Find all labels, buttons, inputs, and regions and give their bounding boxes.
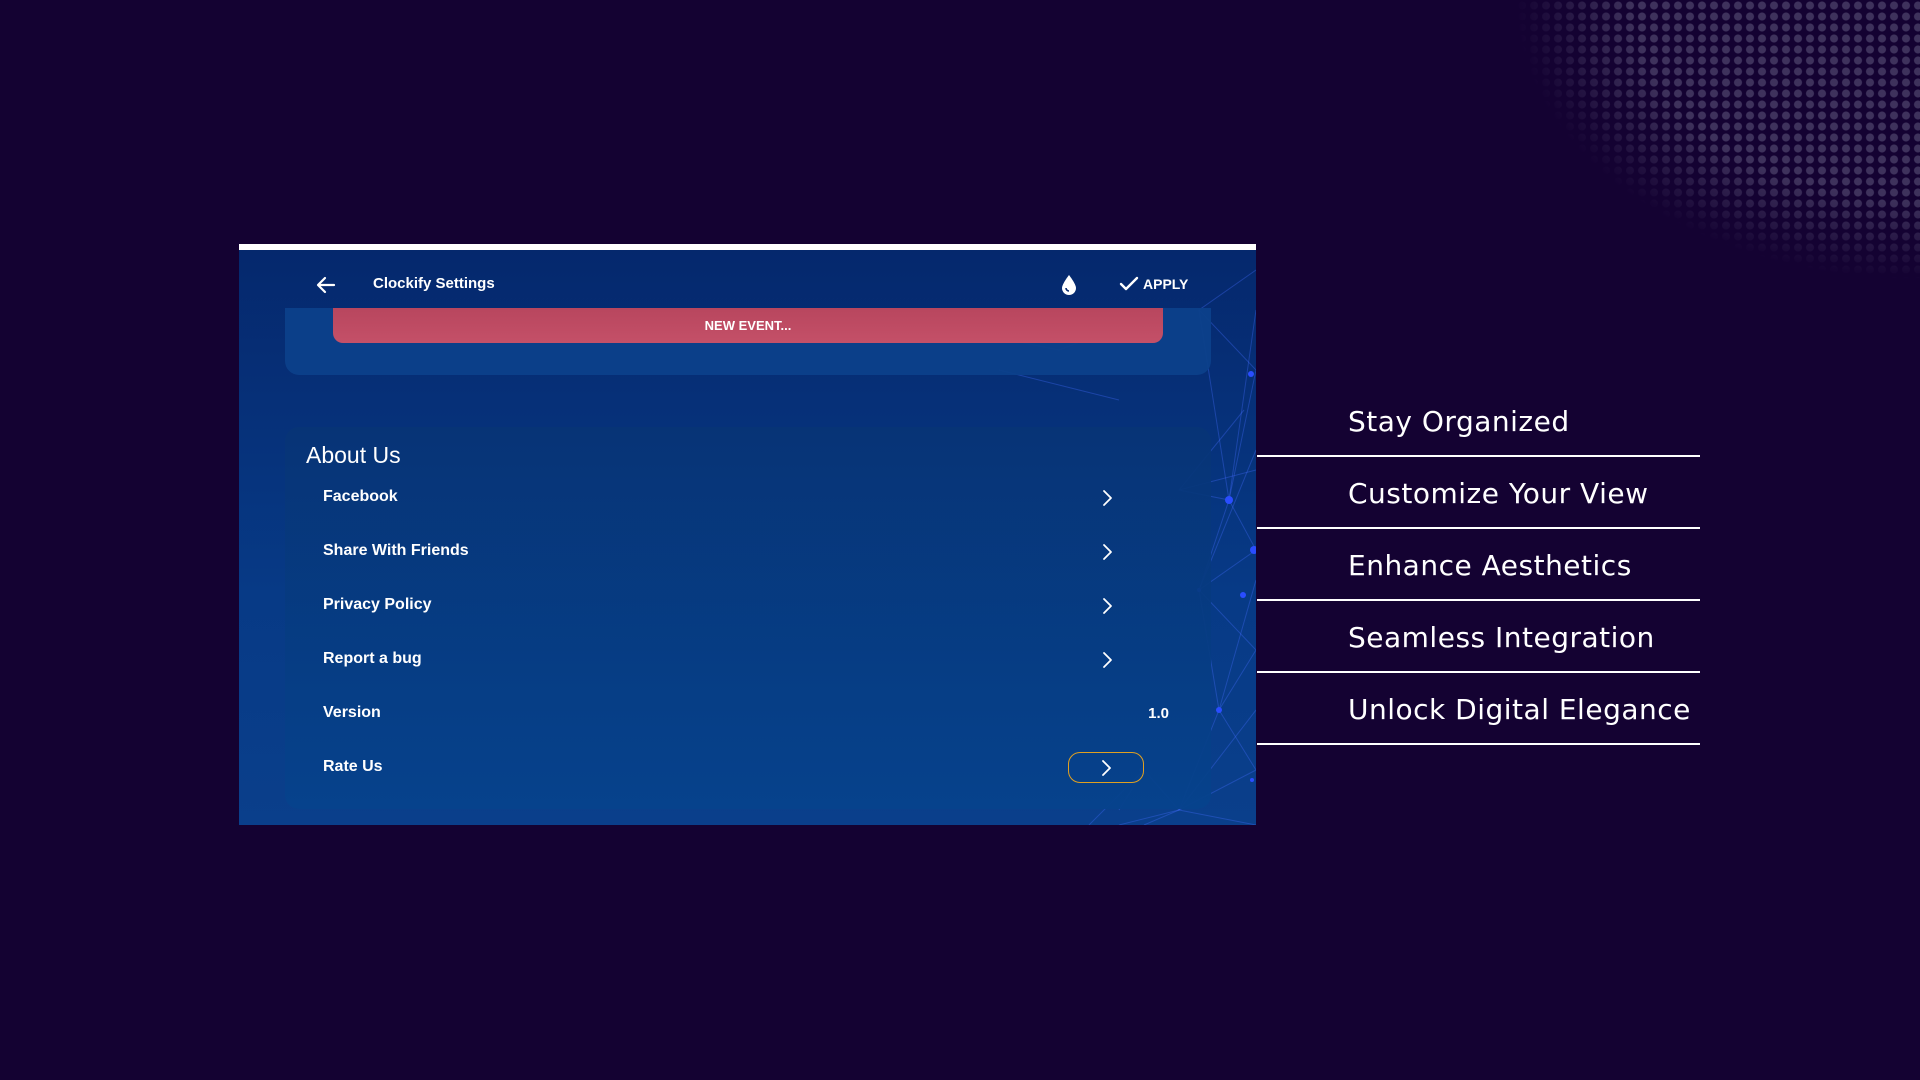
feature-list: Stay Organized Customize Your View Enhan… <box>1257 385 1700 745</box>
row-privacy-policy[interactable]: Privacy Policy <box>285 584 1211 628</box>
version-value: 1.0 <box>1148 705 1169 722</box>
row-share-with-friends[interactable]: Share With Friends <box>285 530 1211 574</box>
feature-item: Stay Organized <box>1257 385 1700 457</box>
chevron-right-icon <box>1103 544 1112 560</box>
row-label: Privacy Policy <box>323 596 432 613</box>
row-label: Report a bug <box>323 650 422 667</box>
arrow-left-icon <box>316 276 336 294</box>
chevron-right-icon <box>1103 598 1112 614</box>
about-us-card: About Us Facebook Share With Friends Pri… <box>285 427 1211 809</box>
back-button[interactable] <box>313 272 339 298</box>
feature-label: Customize Your View <box>1348 477 1649 510</box>
row-rate-us: Rate Us <box>285 746 1211 790</box>
feature-label: Enhance Aesthetics <box>1348 549 1632 582</box>
divider <box>1257 743 1700 745</box>
app-toolbar: Clockify Settings APPLY <box>239 250 1256 316</box>
feature-label: Stay Organized <box>1348 405 1570 438</box>
row-label: Facebook <box>323 488 398 505</box>
rate-us-button[interactable] <box>1068 752 1144 783</box>
feature-item: Unlock Digital Elegance <box>1257 673 1700 745</box>
row-label: Rate Us <box>323 758 383 775</box>
apply-label: APPLY <box>1143 276 1189 292</box>
section-title-about-us: About Us <box>306 442 401 468</box>
row-label: Version <box>323 704 381 721</box>
apply-button[interactable]: APPLY <box>1119 270 1188 298</box>
row-label: Share With Friends <box>323 542 469 559</box>
chevron-right-icon <box>1102 759 1111 776</box>
chevron-right-icon <box>1103 490 1112 506</box>
settings-window: Clockify Settings APPLY NEW EVENT... Abo… <box>239 244 1256 825</box>
feature-item: Enhance Aesthetics <box>1257 529 1700 601</box>
water-drop-icon <box>1062 275 1076 295</box>
feature-label: Seamless Integration <box>1348 621 1655 654</box>
hex-pattern-decoration <box>1360 0 1920 300</box>
row-report-a-bug[interactable]: Report a bug <box>285 638 1211 682</box>
theme-button[interactable] <box>1057 272 1081 298</box>
chevron-right-icon <box>1103 652 1112 668</box>
new-event-button[interactable]: NEW EVENT... <box>333 308 1163 343</box>
checkmark-icon <box>1119 276 1139 291</box>
promo-stage: Clockify Settings APPLY NEW EVENT... Abo… <box>0 0 1920 1080</box>
row-facebook[interactable]: Facebook <box>285 476 1211 520</box>
page-title: Clockify Settings <box>373 275 495 292</box>
feature-label: Unlock Digital Elegance <box>1348 693 1691 726</box>
row-version: Version 1.0 <box>285 692 1211 736</box>
feature-item: Customize Your View <box>1257 457 1700 529</box>
feature-item: Seamless Integration <box>1257 601 1700 673</box>
